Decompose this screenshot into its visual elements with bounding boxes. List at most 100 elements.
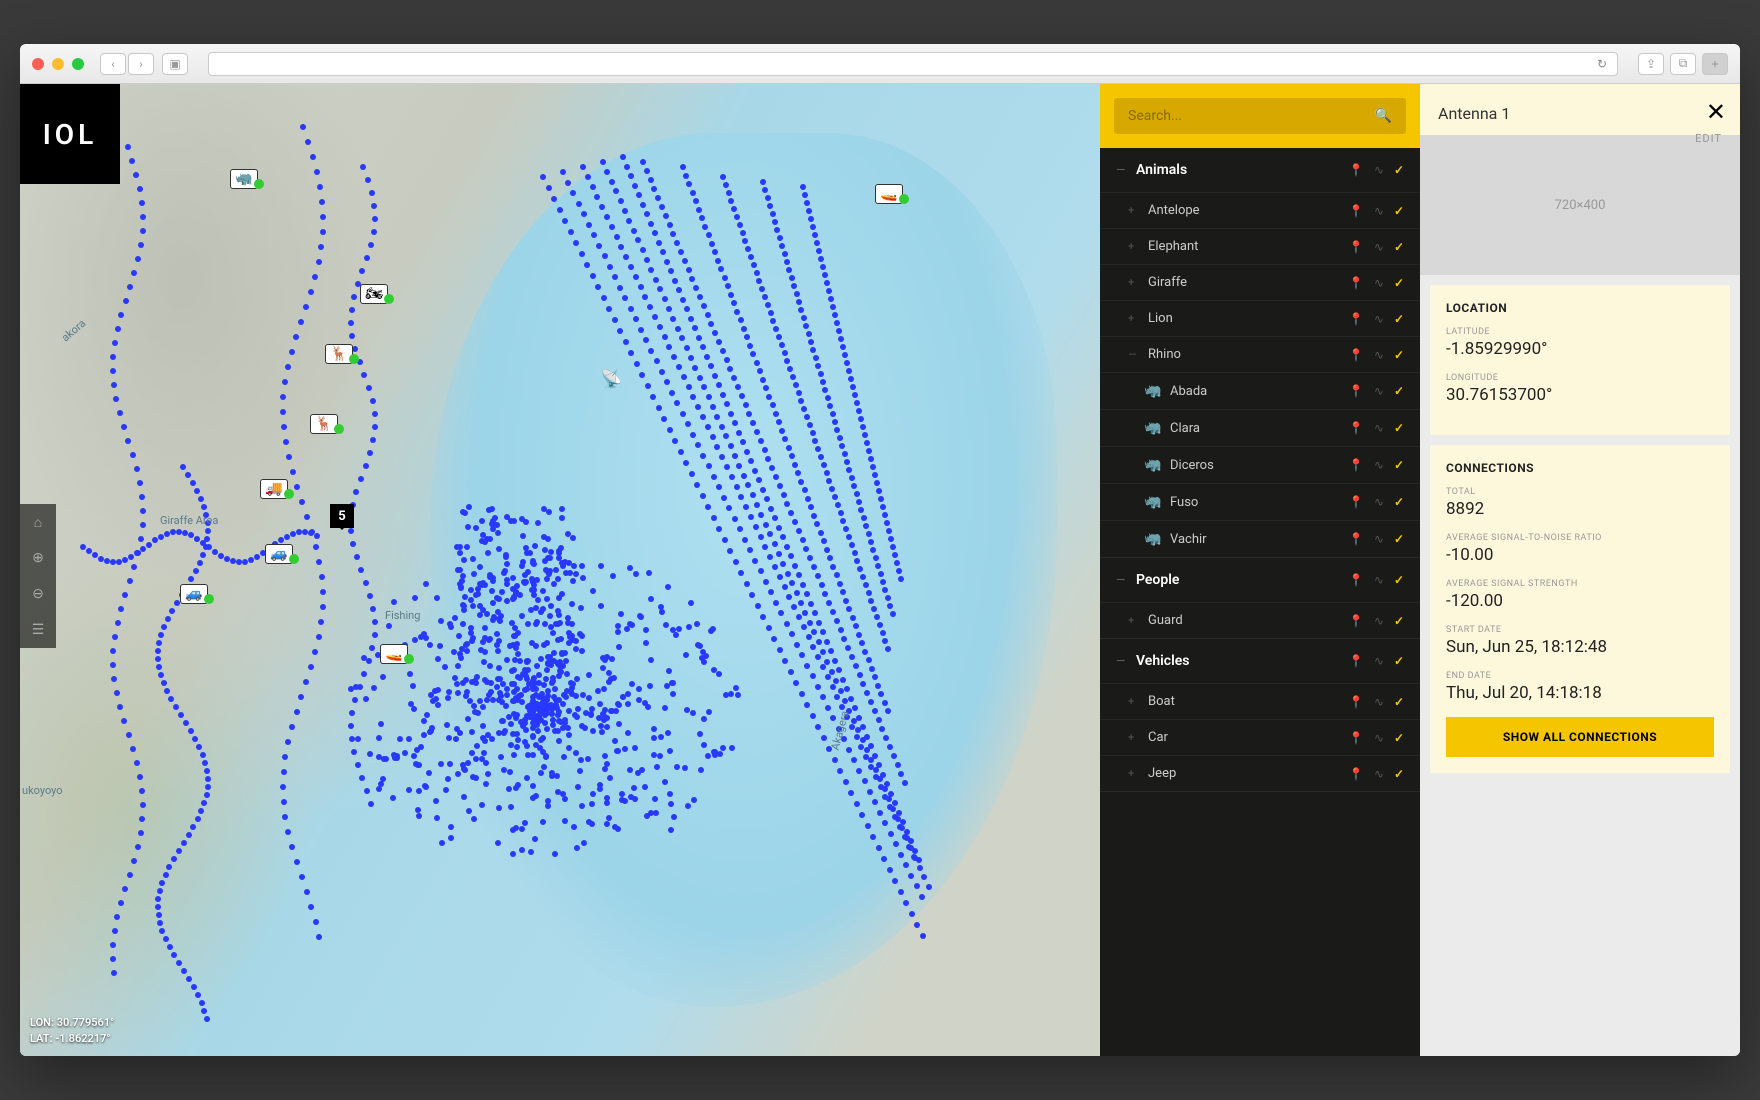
item-boat[interactable]: +Boat📍∿✓	[1100, 683, 1420, 719]
track-icon[interactable]: ∿	[1374, 695, 1384, 709]
reload-icon[interactable]: ↻	[1597, 57, 1607, 71]
atv-marker[interactable]: 🏍	[360, 284, 394, 304]
pin-icon[interactable]: 📍	[1349, 421, 1364, 435]
pin-icon[interactable]: 📍	[1349, 348, 1364, 362]
tabs-button[interactable]: ⧉	[1670, 53, 1696, 75]
pin-icon[interactable]: 📍	[1349, 276, 1364, 290]
pin-icon[interactable]: 📍	[1349, 731, 1364, 745]
jeep-marker-2[interactable]: 🚙	[180, 584, 214, 604]
check-icon[interactable]: ✓	[1394, 731, 1404, 745]
cluster-marker[interactable]: 5	[330, 504, 354, 528]
layers-button[interactable]: ☰	[20, 612, 56, 648]
subitem-fuso[interactable]: 🦏Fuso📍∿✓	[1100, 483, 1420, 520]
forward-button[interactable]: ›	[128, 53, 154, 75]
check-icon[interactable]: ✓	[1394, 204, 1404, 218]
truck-marker[interactable]: 🚚	[260, 479, 294, 499]
check-icon[interactable]: ✓	[1394, 614, 1404, 628]
map-canvas[interactable]: IOL ⌂ ⊕ ⊖ ☰ LON: 30.779561°LAT: -1.86221…	[20, 84, 1100, 1056]
track-icon[interactable]: ∿	[1374, 348, 1384, 362]
jeep-marker[interactable]: 🚙	[265, 544, 299, 564]
subitem-diceros[interactable]: 🦏Diceros📍∿✓	[1100, 446, 1420, 483]
track-icon[interactable]: ∿	[1374, 614, 1384, 628]
check-icon[interactable]: ✓	[1394, 163, 1404, 177]
track-icon[interactable]: ∿	[1374, 312, 1384, 326]
subitem-vachir[interactable]: 🦏Vachir📍∿✓	[1100, 520, 1420, 557]
zoom-in-button[interactable]: ⊕	[20, 540, 56, 576]
check-icon[interactable]: ✓	[1394, 695, 1404, 709]
antelope-marker[interactable]: 🦌	[325, 344, 359, 364]
check-icon[interactable]: ✓	[1394, 495, 1404, 509]
zoom-out-button[interactable]: ⊖	[20, 576, 56, 612]
item-lion[interactable]: +Lion📍∿✓	[1100, 300, 1420, 336]
check-icon[interactable]: ✓	[1394, 532, 1404, 546]
back-button[interactable]: ‹	[100, 53, 126, 75]
check-icon[interactable]: ✓	[1394, 458, 1404, 472]
category-people[interactable]: —People📍∿✓	[1100, 558, 1420, 602]
home-button[interactable]: ⌂	[20, 504, 56, 540]
sidebar-toggle-button[interactable]: ▣	[162, 53, 188, 75]
subitem-clara[interactable]: 🦏Clara📍∿✓	[1100, 409, 1420, 446]
track-icon[interactable]: ∿	[1374, 163, 1384, 177]
close-button[interactable]: ✕	[1706, 98, 1726, 126]
check-icon[interactable]: ✓	[1394, 384, 1404, 398]
track-icon[interactable]: ∿	[1374, 654, 1384, 668]
pin-icon[interactable]: 📍	[1349, 614, 1364, 628]
check-icon[interactable]: ✓	[1394, 767, 1404, 781]
check-icon[interactable]: ✓	[1394, 348, 1404, 362]
track-icon[interactable]: ∿	[1374, 204, 1384, 218]
url-bar[interactable]: ↻	[208, 52, 1618, 76]
share-button[interactable]: ⇪	[1638, 53, 1664, 75]
track-icon[interactable]: ∿	[1374, 767, 1384, 781]
track-icon[interactable]: ∿	[1374, 276, 1384, 290]
search-icon[interactable]: 🔍	[1375, 108, 1392, 124]
check-icon[interactable]: ✓	[1394, 654, 1404, 668]
pin-icon[interactable]: 📍	[1349, 495, 1364, 509]
track-icon[interactable]: ∿	[1374, 384, 1384, 398]
pin-icon[interactable]: 📍	[1349, 573, 1364, 587]
track-icon[interactable]: ∿	[1374, 731, 1384, 745]
search-box[interactable]: 🔍	[1114, 98, 1406, 134]
track-icon[interactable]: ∿	[1374, 573, 1384, 587]
minimize-window-icon[interactable]	[52, 58, 64, 70]
new-tab-button[interactable]: +	[1702, 53, 1728, 75]
pin-icon[interactable]: 📍	[1349, 312, 1364, 326]
track-icon[interactable]: ∿	[1374, 421, 1384, 435]
category-vehicles[interactable]: —Vehicles📍∿✓	[1100, 639, 1420, 683]
close-window-icon[interactable]	[32, 58, 44, 70]
item-rhino[interactable]: —Rhino📍∿✓	[1100, 336, 1420, 372]
check-icon[interactable]: ✓	[1394, 573, 1404, 587]
category-animals[interactable]: —Animals📍∿✓	[1100, 148, 1420, 192]
check-icon[interactable]: ✓	[1394, 312, 1404, 326]
maximize-window-icon[interactable]	[72, 58, 84, 70]
track-icon[interactable]: ∿	[1374, 240, 1384, 254]
item-antelope[interactable]: +Antelope📍∿✓	[1100, 192, 1420, 228]
brand-logo[interactable]: IOL	[20, 84, 120, 184]
pin-icon[interactable]: 📍	[1349, 163, 1364, 177]
pin-icon[interactable]: 📍	[1349, 204, 1364, 218]
item-giraffe[interactable]: +Giraffe📍∿✓	[1100, 264, 1420, 300]
pin-icon[interactable]: 📍	[1349, 767, 1364, 781]
item-jeep[interactable]: +Jeep📍∿✓	[1100, 755, 1420, 791]
antelope-marker-2[interactable]: 🦌	[310, 414, 344, 434]
track-icon[interactable]: ∿	[1374, 495, 1384, 509]
antenna-marker[interactable]: 📡	[600, 369, 622, 390]
item-car[interactable]: +Car📍∿✓	[1100, 719, 1420, 755]
rhino-marker[interactable]: 🦏	[230, 169, 264, 189]
pin-icon[interactable]: 📍	[1349, 654, 1364, 668]
boat-marker-2[interactable]: 🚤	[875, 184, 909, 204]
item-guard[interactable]: +Guard📍∿✓	[1100, 602, 1420, 638]
item-elephant[interactable]: +Elephant📍∿✓	[1100, 228, 1420, 264]
pin-icon[interactable]: 📍	[1349, 384, 1364, 398]
search-input[interactable]	[1128, 108, 1375, 124]
check-icon[interactable]: ✓	[1394, 421, 1404, 435]
pin-icon[interactable]: 📍	[1349, 240, 1364, 254]
subitem-abada[interactable]: 🦏Abada📍∿✓	[1100, 372, 1420, 409]
pin-icon[interactable]: 📍	[1349, 532, 1364, 546]
pin-icon[interactable]: 📍	[1349, 458, 1364, 472]
show-connections-button[interactable]: SHOW ALL CONNECTIONS	[1446, 717, 1714, 757]
check-icon[interactable]: ✓	[1394, 240, 1404, 254]
track-icon[interactable]: ∿	[1374, 532, 1384, 546]
track-icon[interactable]: ∿	[1374, 458, 1384, 472]
boat-marker[interactable]: 🚤	[380, 644, 414, 664]
pin-icon[interactable]: 📍	[1349, 695, 1364, 709]
